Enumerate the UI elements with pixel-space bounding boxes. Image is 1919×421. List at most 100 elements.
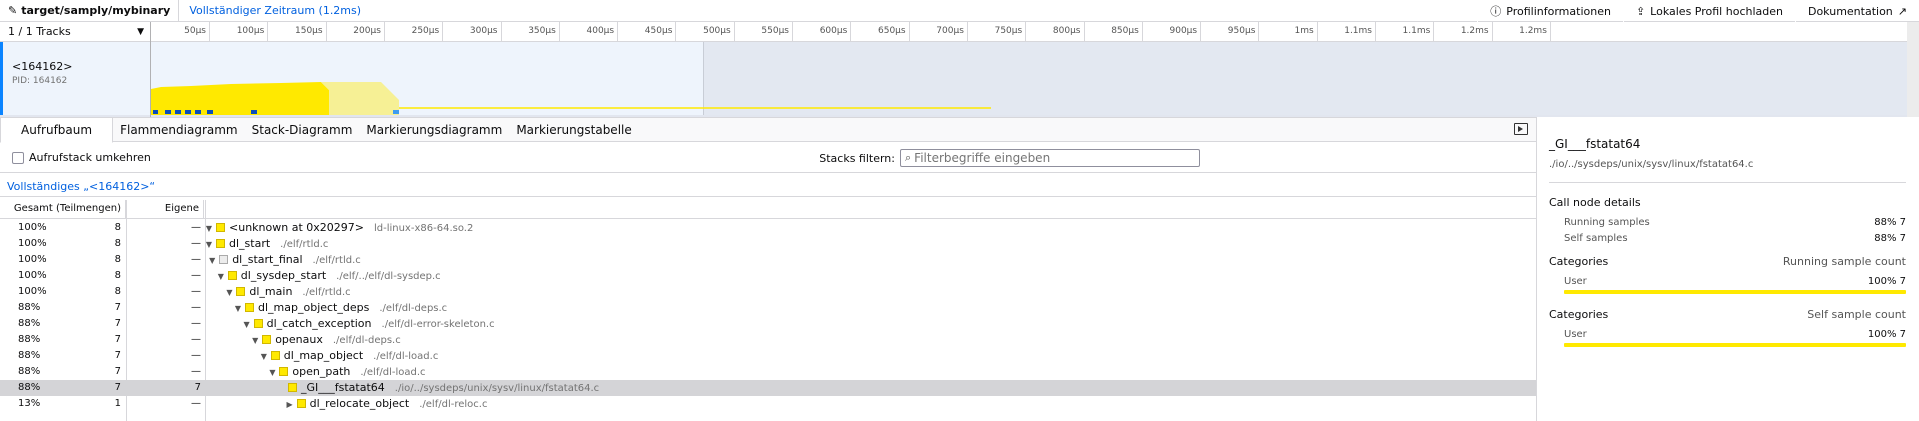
twisty-icon[interactable]: ▼ [242, 317, 252, 333]
tab-marker-table[interactable]: Markierungstabelle [509, 118, 638, 141]
profile-name-button[interactable]: ✎ target/samply/mybinary [0, 0, 180, 21]
tree-row[interactable]: 88% 7 — ▼ dl_catch_exception ./elf/dl-error-s… [0, 316, 1536, 332]
function-name: _GI___fstatat64 [301, 381, 385, 394]
tree-row[interactable]: 88% 7 — ▼ openaux ./elf/dl-deps.c [0, 332, 1536, 348]
ruler-tick: 900µs [1170, 22, 1202, 42]
self-count: — [191, 366, 201, 377]
total-count: 8 [114, 222, 121, 233]
dropdown-arrow-icon: ▼ [137, 26, 144, 37]
header-total: Gesamt (Teilmengen) [0, 200, 126, 218]
range-breadcrumb[interactable]: Vollständiger Zeitraum (1.2ms) [179, 4, 361, 17]
function-name: dl_main [249, 285, 293, 298]
tree-row[interactable]: 88% 7 — ▼ dl_map_object ./elf/dl-load.c [0, 348, 1536, 364]
activity-fill-light [321, 82, 399, 115]
tracks-dropdown[interactable]: 1 / 1 Tracks ▼ [0, 22, 150, 42]
twisty-icon[interactable]: ▼ [216, 269, 226, 285]
source-file: ./elf/dl-error-skeleton.c [381, 319, 495, 330]
category-icon [270, 351, 280, 360]
twisty-icon[interactable]: ▼ [259, 349, 269, 365]
tree-row[interactable]: 100% 8 — ▼ dl_main ./elf/rtld.c [0, 284, 1536, 300]
tick-label: 1.1ms [1344, 26, 1372, 36]
source-file: ./elf/rtld.c [280, 239, 329, 250]
function-name: dl_map_object [283, 349, 364, 362]
category-icon [219, 255, 229, 264]
self-count: — [191, 334, 201, 345]
tree-row[interactable]: 88% 7 — ▼ dl_map_object_deps ./elf/dl-deps.c [0, 300, 1536, 316]
twisty-icon[interactable]: ▼ [204, 221, 214, 237]
tree-row[interactable]: 100% 8 — ▼ dl_start ./elf/rtld.c [0, 236, 1536, 252]
tick-label: 850µs [1111, 26, 1139, 36]
top-bar: ✎ target/samply/mybinary Vollständiger Z… [0, 0, 1919, 22]
profile-info-button[interactable]: ⓘ Profilinformationen [1477, 0, 1623, 22]
tab-marker-chart[interactable]: Markierungsdiagramm [359, 118, 509, 141]
search-input[interactable] [914, 151, 1185, 165]
tree-row[interactable]: 88% 7 — ▼ open_path ./elf/dl-load.c [0, 364, 1536, 380]
twisty-icon[interactable]: ▼ [233, 301, 243, 317]
checkbox[interactable] [12, 151, 24, 164]
tick-label: 1ms [1294, 26, 1314, 36]
twisty-icon[interactable]: ▼ [204, 237, 214, 253]
track-graph[interactable] [151, 42, 1919, 115]
tick-label: 150µs [295, 26, 323, 36]
total-count: 1 [114, 398, 121, 409]
self-count: — [191, 270, 201, 281]
category-user-value: 100% 7 [1867, 329, 1906, 340]
category-icon [236, 287, 246, 296]
total-count: 8 [114, 238, 121, 249]
source-file: ./elf/dl-load.c [360, 367, 426, 378]
track-label[interactable]: <164162> PID: 164162 [0, 42, 150, 115]
ruler-tick: 200µs [353, 22, 385, 42]
tab-flame-graph[interactable]: Flammendiagramm [113, 118, 245, 141]
tab-call-tree[interactable]: Aufrufbaum [0, 118, 114, 143]
breadcrumb[interactable]: Vollständiges „<164162>“ [0, 174, 1536, 197]
tree-row[interactable]: 100% 8 — ▼ dl_sysdep_start ./elf/../elf/dl-sy… [0, 268, 1536, 284]
twisty-icon[interactable]: ▼ [207, 253, 217, 269]
categories-heading: Categories [1549, 308, 1609, 321]
upload-button[interactable]: ⇪ Lokales Profil hochladen [1622, 0, 1795, 22]
docs-link[interactable]: Dokumentation ↗ [1794, 0, 1919, 22]
sidebar-path: ./io/../sysdeps/unix/sysv/linux/fstatat6… [1549, 159, 1754, 170]
details-tabs: Aufrufbaum Flammendiagramm Stack-Diagram… [0, 117, 1536, 143]
tick-label: 250µs [411, 26, 440, 36]
function-name: <unknown at 0x20297> [229, 221, 364, 234]
ruler-tick: 350µs [528, 22, 560, 42]
tree-row[interactable]: 100% 8 — ▼ <unknown at 0x20297> ld-linux-x86-… [0, 220, 1536, 236]
twisty-icon[interactable]: ▼ [267, 365, 277, 381]
tick-label: 1.1ms [1402, 26, 1431, 36]
category-icon [288, 383, 297, 392]
tree-row[interactable]: 88% 7 7 _GI___fstatat64 ./io/../sysdeps/unix… [0, 380, 1536, 396]
ruler-tick: 500µs [703, 22, 735, 42]
category-icon [227, 271, 237, 280]
twisty-icon[interactable]: ▼ [224, 285, 234, 301]
self-count: — [191, 318, 201, 329]
function-name: open_path [292, 365, 351, 378]
categories-heading: Categories [1549, 255, 1609, 268]
timeline-scrollbar[interactable] [1907, 22, 1919, 117]
source-file: ./elf/dl-reloc.c [419, 399, 488, 410]
profile-title: target/samply/mybinary [21, 4, 171, 17]
function-name: openaux [275, 333, 323, 346]
tick-label: 350µs [528, 26, 556, 36]
total-count: 7 [114, 382, 121, 393]
tick-label: 300µs [469, 26, 498, 36]
twisty-icon[interactable]: ▼ [250, 333, 260, 349]
total-percent: 100% [18, 254, 47, 265]
ruler-tick: 450µs [645, 22, 677, 42]
total-percent: 88% [18, 302, 41, 313]
source-file: ./io/../sysdeps/unix/sysv/linux/fstatat6… [394, 383, 600, 394]
tick-label: 1.2ms [1519, 26, 1547, 36]
ruler-tick: 250µs [412, 22, 444, 42]
category-icon [279, 367, 289, 376]
tree-row[interactable]: 13% 1 — ▶ dl_relocate_object ./elf/dl-reloc.c [0, 396, 1536, 412]
total-percent: 100% [18, 222, 47, 233]
invert-stack-checkbox[interactable]: Aufrufstack umkehren [12, 151, 151, 164]
source-file: ./elf/dl-deps.c [379, 303, 448, 314]
tab-stack-chart[interactable]: Stack-Diagramm [245, 118, 360, 141]
twisty-icon[interactable]: ▶ [285, 397, 295, 413]
tick-label: 200µs [353, 26, 381, 36]
tick-label: 400µs [586, 26, 615, 36]
search-field[interactable]: ⌕ [900, 149, 1200, 167]
tree-row[interactable]: 100% 8 — ▼ dl_start_final ./elf/rtld.c [0, 252, 1536, 268]
sidebar-toggle-icon[interactable] [1514, 123, 1528, 135]
function-name: dl_relocate_object [309, 397, 410, 410]
